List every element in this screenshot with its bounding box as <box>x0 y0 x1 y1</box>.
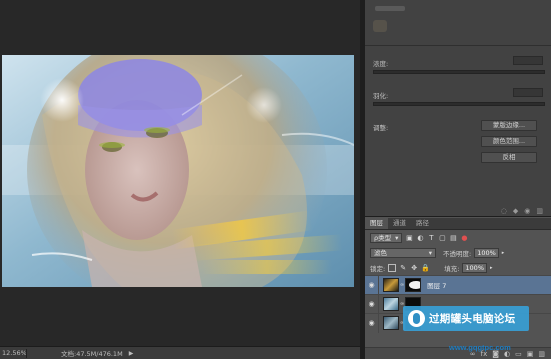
tab-layers[interactable]: 图层 <box>365 218 388 229</box>
density-row: 浓度: <box>373 56 545 74</box>
load-selection-icon[interactable]: ◌ <box>501 207 507 215</box>
properties-panel: 浓度: 羽化: 调整: 蒙版边缘... 颜色范围... 反相 ◌ ◆ ◉ ▥ <box>365 0 551 217</box>
layer-row[interactable]: ◉ ∞ 图层 7 <box>365 275 551 295</box>
feather-label: 羽化: <box>373 92 389 100</box>
layer-mask-thumbnail[interactable] <box>405 278 422 292</box>
mask-type-icon[interactable] <box>373 20 387 32</box>
new-group-icon[interactable]: ▭ <box>515 350 522 358</box>
feather-row: 羽化: <box>373 88 545 106</box>
filter-kind-label: ρ类型 <box>374 233 392 242</box>
layer-thumbnail <box>383 316 399 330</box>
properties-footer: ◌ ◆ ◉ ▥ <box>365 206 551 216</box>
zoom-level[interactable]: 12.56% <box>0 349 27 357</box>
status-menu-arrow-icon[interactable]: ▶ <box>129 350 134 357</box>
blend-row: 滤色 ▾ 不透明度: 100% ▸ <box>365 245 551 260</box>
eye-icon[interactable]: ◉ <box>365 294 379 314</box>
watermark-logo-icon <box>408 310 425 327</box>
apply-mask-icon[interactable]: ◆ <box>513 207 518 215</box>
photoshop-window: 12.56% 文档:47.5M/476.1M ▶ 浓度: 羽化: 调整: 蒙版边… <box>0 0 551 359</box>
mask-edge-button[interactable]: 蒙版边缘... <box>481 120 537 131</box>
tab-paths[interactable]: 路径 <box>411 218 434 229</box>
fill-input[interactable]: 100% <box>462 262 487 273</box>
trash-icon[interactable]: ▥ <box>536 207 543 215</box>
eye-icon[interactable]: ◉ <box>365 313 379 333</box>
document-size-info: 文档:47.5M/476.1M <box>61 350 123 358</box>
blend-mode-dropdown[interactable]: 滤色 ▾ <box>370 247 436 258</box>
layer-filter-row: ρ类型 ▾ ▣ ◐ T ▢ ▤ ● <box>365 230 551 245</box>
color-range-button[interactable]: 颜色范围... <box>481 136 537 147</box>
opacity-label: 不透明度: <box>443 249 472 258</box>
chevron-down-icon: ▾ <box>395 233 399 242</box>
invert-button[interactable]: 反相 <box>481 152 537 163</box>
lock-label: 锁定: <box>370 264 386 273</box>
watermark-banner: 过期罐头电脑论坛 <box>403 306 529 331</box>
opacity-stepper-icon[interactable]: ▸ <box>502 250 505 256</box>
filter-toggle-icon[interactable]: ● <box>460 234 468 242</box>
smart-object-filter-icon[interactable]: ▤ <box>449 234 457 242</box>
density-input[interactable] <box>513 56 543 65</box>
watermark-url: www.gqgtpc.com <box>449 343 511 352</box>
watermark-text: 过期罐头电脑论坛 <box>429 313 516 325</box>
adjust-label: 调整: <box>373 124 389 132</box>
tab-channels[interactable]: 通道 <box>388 218 411 229</box>
layers-panel: 图层 通道 路径 ρ类型 ▾ ▣ ◐ T ▢ ▤ ● 滤色 ▾ 不透明度: 10… <box>365 218 551 359</box>
feather-slider[interactable] <box>373 102 545 106</box>
trash-icon[interactable]: ▥ <box>538 350 545 358</box>
type-filter-icon[interactable]: T <box>427 234 435 242</box>
blend-mode-value: 滤色 <box>374 248 387 257</box>
layer-name[interactable]: 图层 7 <box>427 280 446 290</box>
document-area[interactable] <box>0 0 360 346</box>
opacity-input[interactable]: 100% <box>474 247 499 258</box>
lock-all-icon[interactable]: 🔒 <box>421 264 430 272</box>
layer-thumbnail <box>383 297 399 311</box>
density-slider[interactable] <box>373 70 545 74</box>
layers-tab-bar: 图层 通道 路径 <box>365 218 551 230</box>
properties-header <box>365 0 551 46</box>
status-separator <box>26 348 27 358</box>
layer-thumbnail <box>383 278 399 292</box>
eye-icon[interactable]: ◉ <box>365 275 379 295</box>
adjustment-filter-icon[interactable]: ◐ <box>416 234 424 242</box>
feather-input[interactable] <box>513 88 543 97</box>
lock-row: 锁定: ✎ ✥ 🔒 填充: 100% ▸ <box>365 260 551 275</box>
properties-title-blurred <box>375 6 405 11</box>
fill-label: 填充: <box>444 264 460 273</box>
shape-filter-icon[interactable]: ▢ <box>438 234 446 242</box>
status-bar: 12.56% 文档:47.5M/476.1M ▶ <box>0 346 360 359</box>
lock-image-icon[interactable]: ✎ <box>399 264 407 272</box>
lock-transparent-icon[interactable] <box>388 263 397 272</box>
new-layer-icon[interactable]: ▣ <box>527 350 534 358</box>
chain-link-icon[interactable]: ∞ <box>400 282 404 288</box>
filter-kind-dropdown[interactable]: ρ类型 ▾ <box>370 232 403 243</box>
visibility-icon[interactable]: ◉ <box>524 207 530 215</box>
canvas-image[interactable] <box>2 55 354 287</box>
chevron-down-icon: ▾ <box>428 248 432 257</box>
density-label: 浓度: <box>373 60 389 68</box>
fill-stepper-icon[interactable]: ▸ <box>490 265 493 271</box>
lock-position-icon[interactable]: ✥ <box>410 264 418 272</box>
pixel-filter-icon[interactable]: ▣ <box>405 234 413 242</box>
